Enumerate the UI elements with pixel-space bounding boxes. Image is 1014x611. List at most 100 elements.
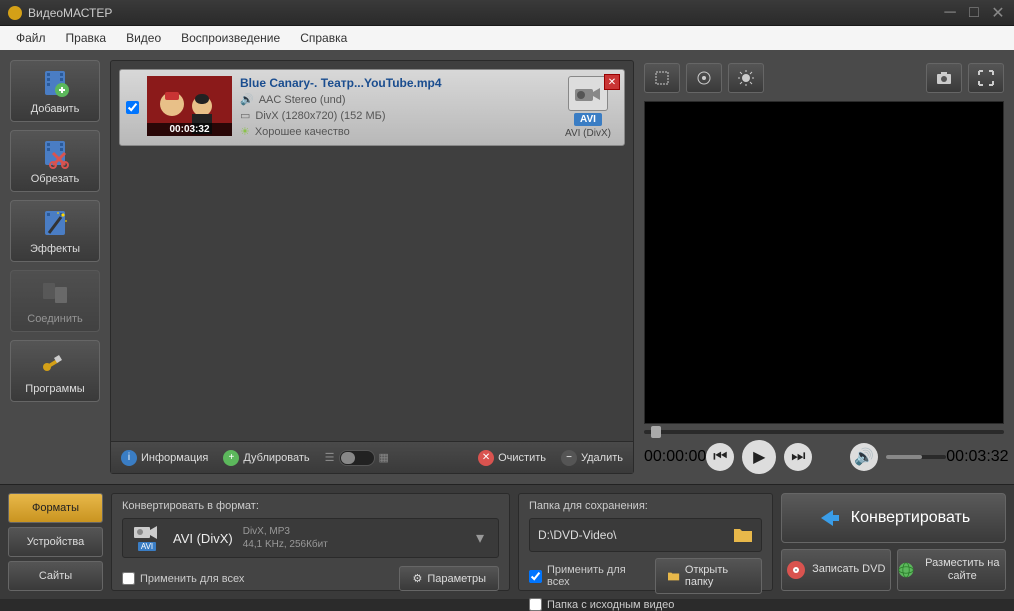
timeline-handle[interactable] <box>651 426 661 438</box>
quality-icon: ☀ <box>240 125 250 138</box>
convert-title: Конвертировать в формат: <box>122 500 499 512</box>
menu-edit[interactable]: Правка <box>58 28 115 48</box>
source-folder-checkbox[interactable] <box>529 598 542 611</box>
video-icon: ▭ <box>240 109 250 122</box>
duplicate-button[interactable]: + Дублировать <box>223 450 309 466</box>
close-button[interactable]: ✕ <box>990 6 1006 20</box>
bottom-panel: Форматы Устройства Сайты Конвертировать … <box>0 484 1014 599</box>
maximize-button[interactable]: □ <box>966 6 982 20</box>
app-icon <box>8 6 22 20</box>
apply-all-folder-checkbox[interactable] <box>529 570 542 583</box>
file-item[interactable]: 00:03:32 Blue Canary-. Театр...YouTube.m… <box>119 69 625 146</box>
folder-path-row: D:\DVD-Video\ <box>529 518 762 552</box>
effects-button[interactable]: Эффекты <box>10 200 100 262</box>
sidebar: Добавить Обрезать Эффекты Соединить Прог… <box>10 60 100 474</box>
delete-button[interactable]: −Удалить <box>561 450 623 466</box>
convert-icon <box>817 506 841 530</box>
view-switch[interactable] <box>339 450 375 466</box>
duplicate-icon: + <box>223 450 239 466</box>
next-button[interactable]: ⏭ <box>784 443 812 471</box>
codec-details: DivX, MP3 <box>243 525 328 538</box>
crop-button[interactable] <box>644 63 680 93</box>
upload-label: Разместить на сайте <box>920 557 1005 583</box>
output-path: D:\DVD-Video\ <box>538 528 725 542</box>
gear-icon: ⚙ <box>412 572 422 585</box>
burn-dvd-button[interactable]: Записать DVD <box>781 549 891 591</box>
format-text: AVI <box>574 113 602 126</box>
source-folder-option[interactable]: Папка с исходным видео <box>529 598 762 611</box>
upload-button[interactable]: Разместить на сайте <box>897 549 1007 591</box>
file-duration: 00:03:32 <box>147 123 232 136</box>
format-badge-small: AVI <box>138 542 156 551</box>
audio-details: 44,1 KHz, 256Кбит <box>243 538 328 551</box>
menu-playback[interactable]: Воспроизведение <box>173 28 288 48</box>
file-checkbox[interactable] <box>126 101 139 114</box>
format-name: AVI (DivX) <box>173 531 233 546</box>
clear-icon: ✕ <box>478 450 494 466</box>
convert-label: Конвертировать <box>851 509 970 527</box>
list-toolbar: i Информация + Дублировать ☰▦ ✕Очистить −У… <box>111 441 633 473</box>
cut-label: Обрезать <box>31 173 80 185</box>
delete-label: Удалить <box>581 452 623 464</box>
info-label: Информация <box>141 452 208 464</box>
minimize-button[interactable]: ─ <box>942 6 958 20</box>
cut-icon <box>39 137 71 169</box>
join-button[interactable]: Соединить <box>10 270 100 332</box>
convert-button[interactable]: Конвертировать <box>781 493 1006 543</box>
toggle-group[interactable]: ☰▦ <box>325 450 389 466</box>
video-preview[interactable] <box>644 101 1004 424</box>
file-video: DivX (1280x720) (152 МБ) <box>255 110 385 122</box>
brightness-button[interactable] <box>728 63 764 93</box>
info-icon: i <box>121 450 137 466</box>
params-button[interactable]: ⚙Параметры <box>399 566 499 591</box>
volume-slider[interactable] <box>886 455 946 459</box>
folder-icon <box>668 571 680 582</box>
info-button[interactable]: i Информация <box>121 450 208 466</box>
browse-folder-button[interactable] <box>733 527 753 543</box>
convert-format-section: Конвертировать в формат: AVI AVI (DivX) … <box>111 493 510 591</box>
snapshot-button[interactable] <box>926 63 962 93</box>
cut-button[interactable]: Обрезать <box>10 130 100 192</box>
open-folder-button[interactable]: Открыть папку <box>655 558 762 594</box>
menu-help[interactable]: Справка <box>292 28 355 48</box>
apply-all-folder[interactable]: Применить для всех <box>529 564 635 588</box>
output-tabs: Форматы Устройства Сайты <box>8 493 103 591</box>
timeline[interactable] <box>644 430 1004 434</box>
format-selector[interactable]: AVI AVI (DivX) DivX, MP3 44,1 KHz, 256Кб… <box>122 518 499 558</box>
prev-button[interactable]: ⏮ <box>706 443 734 471</box>
apply-all-format-checkbox[interactable] <box>122 572 135 585</box>
preview-panel: 00:00:00 ⏮ ▶ ⏭ 🔊 00:03:32 <box>644 60 1004 474</box>
codec-text: AVI (DivX) <box>565 128 611 139</box>
apply-all-format[interactable]: Применить для всех <box>122 572 244 585</box>
menu-file[interactable]: Файл <box>8 28 54 48</box>
file-thumbnail: 00:03:32 <box>147 76 232 136</box>
programs-label: Программы <box>25 383 84 395</box>
fullscreen-button[interactable] <box>968 63 1004 93</box>
duplicate-label: Дублировать <box>243 452 309 464</box>
format-dropdown-icon[interactable]: ▾ <box>470 528 490 548</box>
audio-icon: 🔊 <box>240 93 254 106</box>
action-panel: Конвертировать Записать DVD Разместить н… <box>781 493 1006 591</box>
clear-button[interactable]: ✕Очистить <box>478 450 546 466</box>
dvd-icon <box>786 560 806 580</box>
tab-sites[interactable]: Сайты <box>8 561 103 591</box>
folder-title: Папка для сохранения: <box>529 500 762 512</box>
camcorder-icon <box>568 76 608 111</box>
menu-video[interactable]: Видео <box>118 28 169 48</box>
timeline-track[interactable] <box>644 430 1004 434</box>
join-label: Соединить <box>27 313 83 325</box>
tab-devices[interactable]: Устройства <box>8 527 103 557</box>
tab-formats[interactable]: Форматы <box>8 493 103 523</box>
play-button[interactable]: ▶ <box>742 440 776 474</box>
remove-file-button[interactable]: ✕ <box>604 74 620 90</box>
file-name: Blue Canary-. Театр...YouTube.mp4 <box>240 76 550 90</box>
globe-icon <box>898 560 914 580</box>
programs-icon <box>39 347 71 379</box>
volume-button[interactable]: 🔊 <box>850 443 878 471</box>
programs-button[interactable]: Программы <box>10 340 100 402</box>
adjust-button[interactable] <box>686 63 722 93</box>
time-current: 00:00:00 <box>644 448 706 466</box>
preview-toolbar <box>644 60 1004 95</box>
add-button[interactable]: Добавить <box>10 60 100 122</box>
format-icon: AVI <box>131 524 163 552</box>
